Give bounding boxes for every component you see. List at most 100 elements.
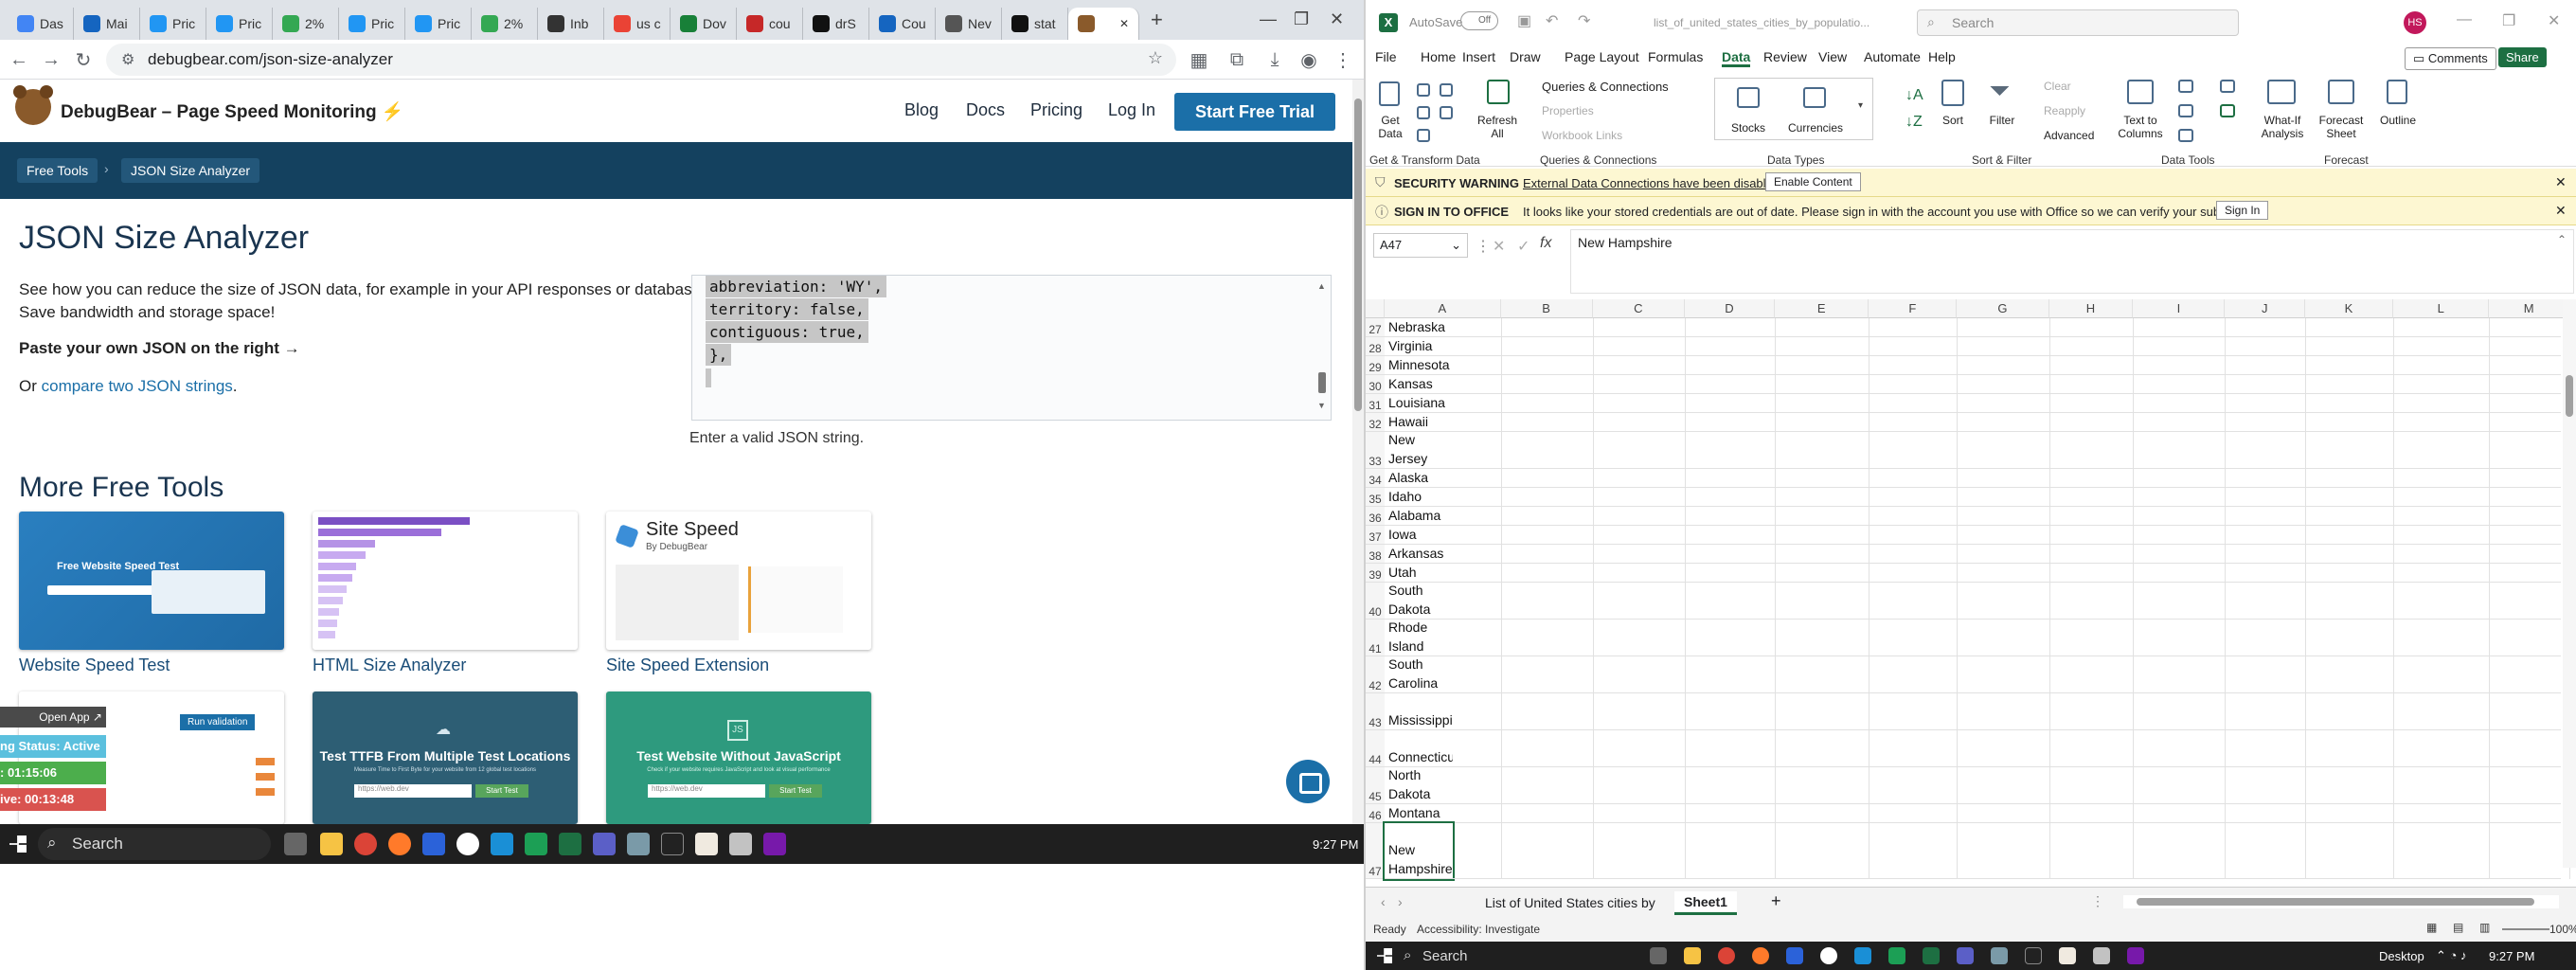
cell-a[interactable]: Connecticut [1385,730,1453,767]
outline-button[interactable]: Outline [2377,114,2419,127]
onenote-icon[interactable] [763,833,786,855]
edge-icon[interactable] [491,833,513,855]
row-header[interactable]: 27 [1366,318,1385,337]
browser-tab[interactable]: drS [803,8,869,40]
ribbon-tab-automate[interactable]: Automate [1864,49,1921,64]
profile-icon[interactable]: ◉ [1294,45,1324,75]
reload-icon[interactable]: ↻ [68,45,98,75]
sheet-tab-sheet1[interactable]: Sheet1 [1674,891,1737,915]
accessibility-status[interactable]: Accessibility: Investigate [1417,923,1540,936]
teams-icon[interactable] [1957,947,1974,964]
column-header-g[interactable]: G [1957,299,2049,318]
sort-icon[interactable] [1941,80,1964,106]
site-info-icon[interactable]: ⚙ [121,50,134,69]
zoom-slider[interactable] [2502,928,2549,930]
browser-tab[interactable]: cou [737,8,803,40]
workbook-links-button[interactable]: Workbook Links [1542,129,1622,142]
zoom-icon[interactable] [422,833,445,855]
sheet-tab-list[interactable]: List of United States cities by [1485,895,1655,910]
undo-icon[interactable]: ↶ [1546,11,1558,30]
column-header-e[interactable]: E [1775,299,1869,318]
horizontal-scroll-thumb[interactable] [2137,898,2534,906]
vertical-scroll-thumb[interactable] [2566,375,2573,417]
enter-icon[interactable]: ✓ [1517,237,1530,256]
forward-icon[interactable]: → [36,45,66,75]
close-window-icon[interactable]: ✕ [1330,9,1344,29]
app-icon[interactable] [729,833,752,855]
from-table-icon[interactable] [1417,129,1430,142]
column-header-m[interactable]: M [2489,299,2569,318]
tool-card-site-speed-extension[interactable]: Site Speed By DebugBear [606,512,871,650]
menu-dots-icon[interactable]: ⋮ [1328,45,1358,75]
queries-connections-button[interactable]: Queries & Connections [1542,80,1669,94]
excel-icon[interactable] [559,833,581,855]
row-header[interactable]: 40 [1366,583,1385,620]
browser-tab[interactable]: Cou [869,8,936,40]
normal-view-icon[interactable]: ▦ [2426,921,2437,934]
from-text-icon[interactable] [1417,83,1430,97]
desktop-label[interactable]: Desktop [2379,949,2424,963]
row-header[interactable]: 37 [1366,526,1385,545]
ribbon-tab-data[interactable]: Data [1722,49,1751,67]
column-header-d[interactable]: D [1684,299,1776,318]
browser-tab[interactable]: Pric [140,8,206,40]
row-header[interactable]: 35 [1366,488,1385,507]
flash-fill-icon[interactable] [2178,80,2193,93]
row-header[interactable]: 32 [1366,413,1385,432]
app-icon[interactable] [1991,947,2008,964]
editor-scroll-thumb[interactable] [1318,372,1326,393]
row-header[interactable]: 30 [1366,375,1385,394]
taskbar-search-text[interactable]: Search [1422,948,1468,964]
advanced-button[interactable]: Advanced [2044,129,2094,142]
row-header[interactable]: 44 [1366,730,1385,767]
restore-icon[interactable]: ❐ [1294,9,1309,29]
cell-a[interactable]: Nebraska [1385,318,1453,337]
chevron-down-icon[interactable]: ⌄ [1451,238,1461,253]
refresh-all-icon[interactable] [1487,80,1510,104]
sheet-next-icon[interactable]: › [1398,894,1403,909]
row-header[interactable]: 28 [1366,337,1385,356]
app-icon[interactable] [1752,947,1769,964]
scroll-down-icon[interactable]: ▼ [1317,401,1326,410]
teams-icon[interactable] [593,833,616,855]
text-to-columns-button[interactable]: Text to Columns [2114,114,2167,140]
app-icon[interactable] [456,833,479,855]
app-icon[interactable] [1888,947,1905,964]
app-icon[interactable] [2093,947,2110,964]
existing-connections-icon[interactable] [1440,106,1453,119]
browser-tab[interactable]: Mai [74,8,140,40]
browser-tab[interactable]: 2% [472,8,538,40]
row-header[interactable]: 47 [1366,823,1385,879]
download-icon[interactable]: ⤓ [1260,45,1290,75]
column-header-h[interactable]: H [2048,299,2134,318]
select-all-corner[interactable] [1366,299,1385,318]
zoom-level[interactable]: 100% [2549,923,2576,936]
debugbear-logo[interactable] [13,85,53,125]
name-box[interactable]: A47 ⌄ [1373,233,1468,258]
browser-tab[interactable]: ✕ [1068,8,1139,40]
formula-input[interactable] [1570,229,2574,294]
currencies-icon[interactable] [1803,87,1826,108]
start-free-trial-button[interactable]: Start Free Trial [1174,93,1335,131]
autosave-toggle[interactable]: Off [1460,11,1498,30]
ribbon-tab-home[interactable]: Home [1421,49,1456,64]
stocks-button[interactable]: Stocks [1722,121,1775,135]
forecast-sheet-button[interactable]: Forecast Sheet [2317,114,2366,140]
spreadsheet-grid[interactable]: ABCDEFGHIJKLMNOPQRS27Nebraska28Virginia2… [1366,299,2576,887]
cancel-icon[interactable]: ✕ [1493,237,1505,256]
what-if-icon[interactable] [2267,80,2296,104]
comments-button[interactable]: ▭ Comments [2405,47,2496,70]
forecast-sheet-icon[interactable] [2328,80,2354,104]
get-data-button[interactable]: Get Data [1369,114,1411,140]
cell-a[interactable]: Minnesota [1385,356,1453,375]
file-name[interactable]: list_of_united_states_cities_by_populati… [1654,16,1869,29]
app-icon[interactable] [627,833,650,855]
recent-sources-icon[interactable] [1440,83,1453,97]
browser-tab[interactable]: Dov [671,8,737,40]
browser-tab[interactable]: Das [8,8,74,40]
minimize-icon[interactable]: — [1260,9,1277,29]
browser-tab[interactable]: 2% [273,8,339,40]
share-button[interactable]: Share [2498,47,2547,67]
ribbon-tab-formulas[interactable]: Formulas [1648,49,1703,64]
page-break-icon[interactable]: ▥ [2479,921,2490,934]
